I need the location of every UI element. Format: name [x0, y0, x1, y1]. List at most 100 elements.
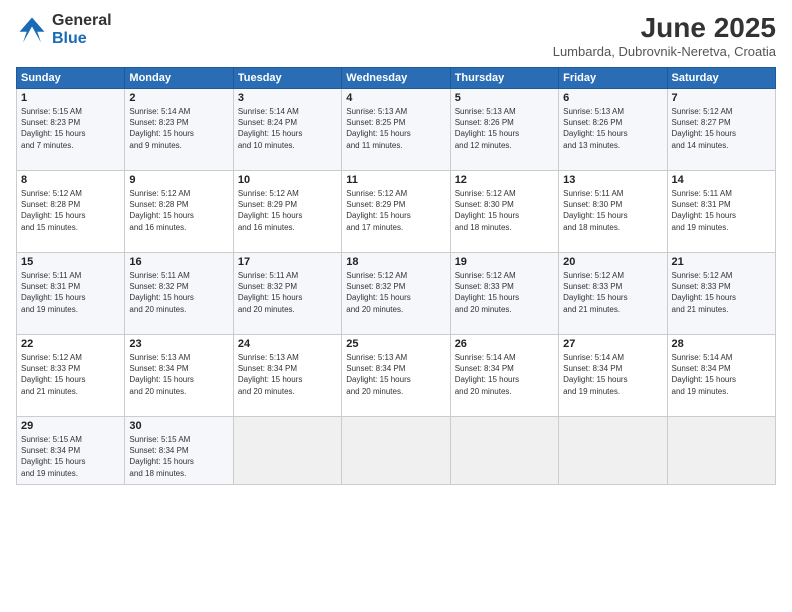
- day-info: Sunrise: 5:11 AM Sunset: 8:30 PM Dayligh…: [563, 188, 662, 233]
- logo: General Blue: [16, 12, 112, 47]
- day-number: 13: [563, 174, 662, 186]
- calendar-day-3: 3 Sunrise: 5:14 AM Sunset: 8:24 PM Daylig…: [233, 89, 341, 171]
- day-info: Sunrise: 5:12 AM Sunset: 8:27 PM Dayligh…: [672, 106, 771, 151]
- day-number: 29: [21, 420, 120, 432]
- header-wednesday: Wednesday: [342, 68, 450, 89]
- calendar-day-10: 10 Sunrise: 5:12 AM Sunset: 8:29 PM Dayli…: [233, 171, 341, 253]
- calendar-day-2: 2 Sunrise: 5:14 AM Sunset: 8:23 PM Daylig…: [125, 89, 233, 171]
- calendar-day-empty: [450, 417, 558, 485]
- day-info: Sunrise: 5:14 AM Sunset: 8:34 PM Dayligh…: [672, 352, 771, 397]
- calendar-day-15: 15 Sunrise: 5:11 AM Sunset: 8:31 PM Dayli…: [17, 253, 125, 335]
- logo-general-text: General: [52, 12, 112, 30]
- calendar-week-5: 29 Sunrise: 5:15 AM Sunset: 8:34 PM Dayli…: [17, 417, 776, 485]
- day-number: 3: [238, 92, 337, 104]
- day-number: 4: [346, 92, 445, 104]
- page: General Blue June 2025 Lumbarda, Dubrovn…: [0, 0, 792, 612]
- calendar-day-5: 5 Sunrise: 5:13 AM Sunset: 8:26 PM Daylig…: [450, 89, 558, 171]
- header: General Blue June 2025 Lumbarda, Dubrovn…: [16, 12, 776, 59]
- header-sunday: Sunday: [17, 68, 125, 89]
- calendar-day-empty: [667, 417, 775, 485]
- header-monday: Monday: [125, 68, 233, 89]
- logo-icon: [16, 14, 48, 46]
- day-info: Sunrise: 5:12 AM Sunset: 8:33 PM Dayligh…: [672, 270, 771, 315]
- day-info: Sunrise: 5:15 AM Sunset: 8:34 PM Dayligh…: [21, 434, 120, 479]
- calendar-week-4: 22 Sunrise: 5:12 AM Sunset: 8:33 PM Dayli…: [17, 335, 776, 417]
- calendar-day-1: 1 Sunrise: 5:15 AM Sunset: 8:23 PM Daylig…: [17, 89, 125, 171]
- calendar-week-1: 1 Sunrise: 5:15 AM Sunset: 8:23 PM Daylig…: [17, 89, 776, 171]
- day-info: Sunrise: 5:15 AM Sunset: 8:23 PM Dayligh…: [21, 106, 120, 151]
- day-number: 26: [455, 338, 554, 350]
- calendar-day-27: 27 Sunrise: 5:14 AM Sunset: 8:34 PM Dayli…: [559, 335, 667, 417]
- calendar-day-empty: [233, 417, 341, 485]
- calendar-day-23: 23Sunrise: 5:13 AM Sunset: 8:34 PM Dayli…: [125, 335, 233, 417]
- month-title: June 2025: [553, 12, 776, 44]
- day-number: 15: [21, 256, 120, 268]
- day-number: 19: [455, 256, 554, 268]
- day-info: Sunrise: 5:14 AM Sunset: 8:24 PM Dayligh…: [238, 106, 337, 151]
- day-info: Sunrise: 5:11 AM Sunset: 8:31 PM Dayligh…: [21, 270, 120, 315]
- day-info: Sunrise: 5:12 AM Sunset: 8:33 PM Dayligh…: [563, 270, 662, 315]
- day-info: Sunrise: 5:11 AM Sunset: 8:32 PM Dayligh…: [238, 270, 337, 315]
- day-number: 24: [238, 338, 337, 350]
- calendar-day-25: 25Sunrise: 5:13 AM Sunset: 8:34 PM Dayli…: [342, 335, 450, 417]
- day-number: 8: [21, 174, 120, 186]
- day-info: Sunrise: 5:12 AM Sunset: 8:32 PM Dayligh…: [346, 270, 445, 315]
- day-number: 2: [129, 92, 228, 104]
- day-info: Sunrise: 5:12 AM Sunset: 8:29 PM Dayligh…: [346, 188, 445, 233]
- calendar-week-3: 15 Sunrise: 5:11 AM Sunset: 8:31 PM Dayli…: [17, 253, 776, 335]
- day-info: Sunrise: 5:13 AM Sunset: 8:26 PM Dayligh…: [563, 106, 662, 151]
- calendar-day-12: 12Sunrise: 5:12 AM Sunset: 8:30 PM Dayli…: [450, 171, 558, 253]
- day-number: 16: [129, 256, 228, 268]
- day-number: 30: [129, 420, 228, 432]
- day-number: 22: [21, 338, 120, 350]
- calendar-day-13: 13 Sunrise: 5:11 AM Sunset: 8:30 PM Dayli…: [559, 171, 667, 253]
- day-number: 21: [672, 256, 771, 268]
- day-number: 7: [672, 92, 771, 104]
- calendar-day-7: 7 Sunrise: 5:12 AM Sunset: 8:27 PM Daylig…: [667, 89, 775, 171]
- calendar-day-8: 8 Sunrise: 5:12 AM Sunset: 8:28 PM Daylig…: [17, 171, 125, 253]
- day-info: Sunrise: 5:12 AM Sunset: 8:28 PM Dayligh…: [21, 188, 120, 233]
- day-number: 5: [455, 92, 554, 104]
- header-row: Sunday Monday Tuesday Wednesday Thursday…: [17, 68, 776, 89]
- calendar-day-24: 24Sunrise: 5:13 AM Sunset: 8:34 PM Dayli…: [233, 335, 341, 417]
- day-info: Sunrise: 5:12 AM Sunset: 8:28 PM Dayligh…: [129, 188, 228, 233]
- day-number: 27: [563, 338, 662, 350]
- day-info: Sunrise: 5:14 AM Sunset: 8:34 PM Dayligh…: [563, 352, 662, 397]
- calendar-day-11: 11 Sunrise: 5:12 AM Sunset: 8:29 PM Dayli…: [342, 171, 450, 253]
- calendar-day-19: 19 Sunrise: 5:12 AM Sunset: 8:33 PM Dayli…: [450, 253, 558, 335]
- calendar-day-4: 4Sunrise: 5:13 AM Sunset: 8:25 PM Daylig…: [342, 89, 450, 171]
- calendar-day-18: 18Sunrise: 5:12 AM Sunset: 8:32 PM Dayli…: [342, 253, 450, 335]
- day-number: 1: [21, 92, 120, 104]
- calendar-day-21: 21 Sunrise: 5:12 AM Sunset: 8:33 PM Dayli…: [667, 253, 775, 335]
- day-info: Sunrise: 5:14 AM Sunset: 8:34 PM Dayligh…: [455, 352, 554, 397]
- day-info: Sunrise: 5:12 AM Sunset: 8:33 PM Dayligh…: [455, 270, 554, 315]
- day-number: 10: [238, 174, 337, 186]
- day-number: 20: [563, 256, 662, 268]
- title-area: June 2025 Lumbarda, Dubrovnik-Neretva, C…: [553, 12, 776, 59]
- calendar-day-30: 30Sunrise: 5:15 AM Sunset: 8:34 PM Dayli…: [125, 417, 233, 485]
- day-number: 17: [238, 256, 337, 268]
- day-info: Sunrise: 5:13 AM Sunset: 8:26 PM Dayligh…: [455, 106, 554, 151]
- calendar-day-14: 14Sunrise: 5:11 AM Sunset: 8:31 PM Dayli…: [667, 171, 775, 253]
- calendar-day-28: 28Sunrise: 5:14 AM Sunset: 8:34 PM Dayli…: [667, 335, 775, 417]
- calendar-day-6: 6 Sunrise: 5:13 AM Sunset: 8:26 PM Daylig…: [559, 89, 667, 171]
- header-friday: Friday: [559, 68, 667, 89]
- calendar-day-empty: [342, 417, 450, 485]
- day-number: 6: [563, 92, 662, 104]
- day-info: Sunrise: 5:13 AM Sunset: 8:34 PM Dayligh…: [346, 352, 445, 397]
- header-saturday: Saturday: [667, 68, 775, 89]
- day-number: 12: [455, 174, 554, 186]
- day-info: Sunrise: 5:12 AM Sunset: 8:33 PM Dayligh…: [21, 352, 120, 397]
- calendar-table: Sunday Monday Tuesday Wednesday Thursday…: [16, 67, 776, 485]
- calendar-day-26: 26 Sunrise: 5:14 AM Sunset: 8:34 PM Dayli…: [450, 335, 558, 417]
- calendar-day-29: 29 Sunrise: 5:15 AM Sunset: 8:34 PM Dayli…: [17, 417, 125, 485]
- day-info: Sunrise: 5:14 AM Sunset: 8:23 PM Dayligh…: [129, 106, 228, 151]
- day-info: Sunrise: 5:11 AM Sunset: 8:31 PM Dayligh…: [672, 188, 771, 233]
- location: Lumbarda, Dubrovnik-Neretva, Croatia: [553, 44, 776, 59]
- logo-text: General Blue: [52, 12, 112, 47]
- day-number: 11: [346, 174, 445, 186]
- header-thursday: Thursday: [450, 68, 558, 89]
- calendar-day-20: 20 Sunrise: 5:12 AM Sunset: 8:33 PM Dayli…: [559, 253, 667, 335]
- calendar-day-empty: [559, 417, 667, 485]
- day-info: Sunrise: 5:12 AM Sunset: 8:29 PM Dayligh…: [238, 188, 337, 233]
